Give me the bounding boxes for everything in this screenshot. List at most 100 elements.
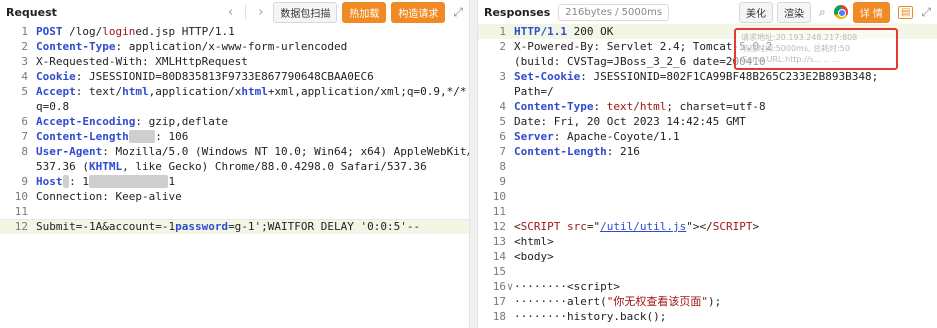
code-token: : — [593, 100, 607, 113]
line-text: q=0.8 — [36, 99, 469, 114]
code-line[interactable]: 8 — [478, 159, 937, 174]
line-text: ········alert("你无权查看该页面"); — [514, 294, 937, 309]
code-line[interactable]: 9 — [478, 174, 937, 189]
request-editor[interactable]: 1 POST /log/logined.jsp HTTP/1.1 2 Content-… — [0, 24, 469, 234]
code-line[interactable]: 14 <body> — [478, 249, 937, 264]
code-token: : Apache-Coyote/1.1 — [553, 130, 680, 143]
code-line[interactable]: 4 Content-Type: text/html; charset=utf-8 — [478, 99, 937, 114]
line-text: Content-Lengthauto: 106 — [36, 129, 469, 144]
code-line[interactable]: 17 ········alert("你无权查看该页面"); — [478, 294, 937, 309]
overlay-address: 请求地址:20.193.248.217:808 — [741, 33, 858, 42]
render-button[interactable]: 渲染 — [777, 1, 812, 23]
code-line[interactable]: 4 Cookie: JSESSIONID=80D835813F9733E86779… — [0, 69, 469, 84]
code-token: X-Requested-With: XMLHttpRequest — [36, 55, 248, 68]
code-token: src — [567, 220, 587, 233]
line-number: 17 — [492, 295, 506, 308]
line-text: ∨········<script> — [507, 279, 937, 294]
code-line[interactable]: 1 POST /log/logined.jsp HTTP/1.1 — [0, 24, 469, 39]
code-line[interactable]: 3 X-Requested-With: XMLHttpRequest — [0, 54, 469, 69]
code-token: Submit=-1A&account=-1 — [36, 220, 176, 233]
line-number: 13 — [492, 235, 506, 248]
code-line[interactable]: 7 Content-Length: 216 — [478, 144, 937, 159]
code-token: (build: CVSTag=JBoss_3_2_6 date=200410 — [514, 55, 766, 68]
response-title: Responses — [484, 5, 551, 19]
code-token: html — [241, 85, 268, 98]
message-icon[interactable]: ▤ — [897, 5, 914, 19]
request-toolbar: Request ‹ › 数据包扫描 热加载 构造请求 ⤢ — [0, 0, 469, 24]
line-text: User-Agent: Mozilla/5.0 (Windows NT 10.0… — [36, 144, 469, 159]
beautify-button[interactable]: 美化 — [739, 1, 774, 23]
code-line[interactable]: 5 Accept: text/html,application/xhtml+xml… — [0, 84, 469, 99]
forward-arrow-icon[interactable]: › — [258, 5, 263, 20]
code-line[interactable]: 6 Server: Apache-Coyote/1.1 — [478, 129, 937, 144]
code-token: Server — [514, 130, 554, 143]
code-token: Host — [36, 175, 63, 188]
line-text: Server: Apache-Coyote/1.1 — [514, 129, 937, 144]
code-token: : JSESSIONID=802F1CA99BF48B265C233E2B893… — [580, 70, 879, 83]
line-text: Connection: Keep-alive — [36, 189, 469, 204]
code-line[interactable]: 6 Accept-Encoding: gzip,deflate — [0, 114, 469, 129]
line-number: 2 — [21, 40, 28, 53]
code-token: q=0.8 — [36, 100, 70, 113]
code-line[interactable]: 11 — [478, 204, 937, 219]
line-number: 7 — [21, 130, 28, 143]
request-title: Request — [6, 5, 57, 19]
code-token: Accept-Encoding — [36, 115, 136, 128]
search-icon[interactable]: ⌕ — [819, 5, 826, 20]
code-line[interactable]: q=0.8 — [0, 99, 469, 114]
code-token: ········alert( — [514, 295, 607, 308]
code-token: +xml,application/xml;q=0.9,*/*; — [267, 85, 469, 98]
code-line[interactable]: 13 <html> — [478, 234, 937, 249]
code-line[interactable]: 15 — [478, 264, 937, 279]
line-text: <body> — [514, 249, 937, 264]
code-token: User-Agent — [36, 145, 103, 158]
code-line[interactable]: 12 <SCRIPT src="/util/util.js"></SCRIPT> — [478, 219, 937, 234]
code-line[interactable]: 5 Date: Fri, 20 Oct 2023 14:42:45 GMT — [478, 114, 937, 129]
detail-button[interactable]: 详 情 — [852, 1, 890, 23]
response-info-popup: 请求地址:20.193.248.217:808 响应时间:5000ms, 总耗时… — [734, 28, 898, 70]
code-token: xxxx.xxx.xxx — [89, 175, 169, 188]
code-line[interactable]: 2 Content-Type: application/x-www-form-ur… — [0, 39, 469, 54]
line-number: 12 — [492, 220, 506, 233]
code-token: Cookie — [36, 70, 76, 83]
code-token: , like Gecko) Chrome/88.0.4298.0 Safari/… — [122, 160, 427, 173]
code-token: : 1 — [69, 175, 89, 188]
line-number: 4 — [499, 100, 506, 113]
code-line[interactable]: 16 ∨········<script> — [478, 279, 937, 294]
code-token: ········<script> — [514, 280, 620, 293]
expand-icon[interactable]: ⤢ — [453, 5, 463, 20]
line-text: Cookie: JSESSIONID=80D835813F9733E867790… — [36, 69, 469, 84]
line-text: POST /log/logined.jsp HTTP/1.1 — [36, 24, 469, 39]
hot-load-button[interactable]: 热加载 — [342, 1, 387, 23]
code-token: Accept — [36, 85, 76, 98]
code-line[interactable]: 10 — [478, 189, 937, 204]
code-line[interactable]: 7 Content-Lengthauto: 106 — [0, 129, 469, 144]
line-number: 5 — [499, 115, 506, 128]
code-line[interactable]: 8 User-Agent: Mozilla/5.0 (Windows NT 10.… — [0, 144, 469, 159]
code-line[interactable]: 9 Host?: 1xxxx.xxx.xxx1 — [0, 174, 469, 189]
code-token: /log/ — [69, 25, 103, 38]
line-number: 11 — [492, 205, 506, 218]
split-handle[interactable] — [469, 0, 478, 328]
code-token: 1 — [168, 175, 176, 188]
code-line[interactable]: Path=/ — [478, 84, 937, 99]
line-text: Path=/ — [514, 84, 937, 99]
code-line[interactable]: 11 — [0, 204, 469, 219]
divider — [0, 219, 469, 220]
line-text: <html> — [514, 234, 937, 249]
line-number: 9 — [21, 175, 28, 188]
code-token: ; charset=utf-8 — [666, 100, 766, 113]
packet-scan-button[interactable]: 数据包扫描 — [273, 1, 338, 23]
code-token: Set-Cookie — [514, 70, 581, 83]
code-token: : text/ — [75, 85, 123, 98]
code-line[interactable]: 3 Set-Cookie: JSESSIONID=802F1CA99BF48B26… — [478, 69, 937, 84]
chrome-icon[interactable] — [833, 5, 848, 19]
line-number: 18 — [492, 310, 506, 323]
code-line[interactable]: 537.36 (KHTML, like Gecko) Chrome/88.0.4… — [0, 159, 469, 174]
back-arrow-icon[interactable]: ‹ — [228, 5, 233, 20]
expand-icon[interactable]: ⤢ — [921, 5, 931, 20]
code-line[interactable]: 18 ········history.back(); — [478, 309, 937, 324]
code-line[interactable]: 10 Connection: Keep-alive — [0, 189, 469, 204]
build-request-button[interactable]: 构造请求 — [391, 1, 446, 23]
code-line[interactable]: 12 Submit=-1A&account=-1password=g-1';WAI… — [0, 219, 469, 234]
